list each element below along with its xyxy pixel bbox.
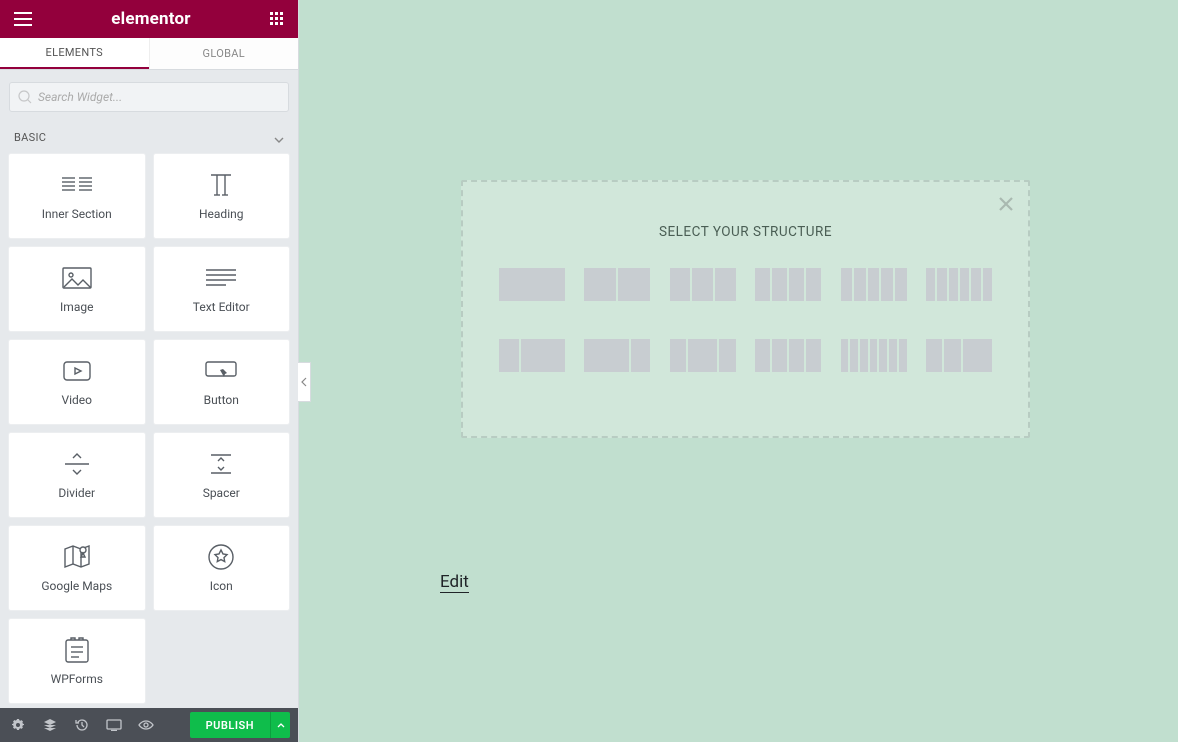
publish-options-button[interactable]	[270, 712, 290, 738]
star-circle-icon	[208, 543, 234, 571]
tab-global[interactable]: GLOBAL	[149, 38, 299, 69]
divider-icon	[63, 450, 91, 478]
settings-icon[interactable]	[2, 708, 34, 742]
button-icon	[205, 357, 237, 385]
text-lines-icon	[206, 264, 236, 292]
category-basic[interactable]: BASIC	[0, 122, 298, 152]
structure-5col[interactable]	[841, 268, 907, 301]
panel-header: elementor	[0, 0, 298, 38]
widget-label: Heading	[199, 207, 244, 221]
search-wrap	[0, 70, 298, 122]
widget-text-editor[interactable]: Text Editor	[154, 247, 290, 331]
widget-label: Video	[61, 393, 92, 407]
widget-google-maps[interactable]: Google Maps	[9, 526, 145, 610]
widget-label: Button	[204, 393, 239, 407]
widget-video[interactable]: Video	[9, 340, 145, 424]
form-icon	[65, 636, 89, 664]
structure-title: SELECT YOUR STRUCTURE	[463, 224, 1028, 240]
structure-selector: SELECT YOUR STRUCTURE	[461, 180, 1030, 438]
widget-label: WPForms	[51, 672, 103, 686]
widget-icon[interactable]: Icon	[154, 526, 290, 610]
close-icon[interactable]	[998, 196, 1014, 216]
structure-7col[interactable]	[841, 339, 907, 372]
edit-link[interactable]: Edit	[440, 572, 469, 593]
structure-1col[interactable]	[499, 268, 565, 301]
publish-group: PUBLISH	[190, 712, 290, 738]
structure-4col[interactable]	[755, 268, 821, 301]
history-icon[interactable]	[66, 708, 98, 742]
collapse-panel-button[interactable]	[298, 362, 311, 402]
navigator-icon[interactable]	[34, 708, 66, 742]
structure-66-33[interactable]	[584, 339, 650, 372]
structure-6col[interactable]	[926, 268, 992, 301]
publish-button[interactable]: PUBLISH	[190, 712, 270, 738]
widget-image[interactable]: Image	[9, 247, 145, 331]
widget-label: Icon	[210, 579, 233, 593]
preview-icon[interactable]	[130, 708, 162, 742]
structure-25-50-25[interactable]	[670, 339, 736, 372]
widget-label: Image	[60, 300, 93, 314]
image-icon	[62, 264, 92, 292]
widget-label: Divider	[58, 486, 95, 500]
editor-canvas[interactable]: SELECT YOUR STRUCTURE	[299, 0, 1178, 742]
apps-grid-icon[interactable]	[270, 12, 284, 26]
structure-3col[interactable]	[670, 268, 736, 301]
responsive-icon[interactable]	[98, 708, 130, 742]
chevron-down-icon	[274, 128, 284, 147]
structure-33-66[interactable]	[499, 339, 565, 372]
widget-spacer[interactable]: Spacer	[154, 433, 290, 517]
widget-heading[interactable]: Heading	[154, 154, 290, 238]
structure-2col[interactable]	[584, 268, 650, 301]
tab-elements[interactable]: ELEMENTS	[0, 38, 149, 69]
search-input[interactable]	[38, 90, 280, 104]
widget-grid: Inner Section Heading Image	[0, 152, 298, 708]
widget-label: Google Maps	[41, 579, 112, 593]
heading-icon	[208, 171, 234, 199]
panel-tabs: ELEMENTS GLOBAL	[0, 38, 298, 70]
widget-wpforms[interactable]: WPForms	[9, 619, 145, 703]
widget-inner-section[interactable]: Inner Section	[9, 154, 145, 238]
widget-label: Inner Section	[42, 207, 112, 221]
structure-25-25-50[interactable]	[926, 339, 992, 372]
brand-logo: elementor	[111, 9, 190, 29]
structure-4col-alt[interactable]	[755, 339, 821, 372]
map-icon	[64, 543, 90, 571]
widget-label: Spacer	[203, 486, 240, 500]
spacer-icon	[207, 450, 235, 478]
video-icon	[63, 357, 91, 385]
panel-footer: PUBLISH	[0, 708, 298, 742]
columns-icon	[62, 171, 92, 199]
menu-icon[interactable]	[14, 12, 32, 26]
widget-label: Text Editor	[193, 300, 250, 314]
search-box[interactable]	[9, 82, 289, 112]
widget-divider[interactable]: Divider	[9, 433, 145, 517]
editor-panel: elementor ELEMENTS GLOBAL BASIC	[0, 0, 299, 742]
search-icon	[18, 90, 32, 104]
widget-button[interactable]: Button	[154, 340, 290, 424]
category-basic-label: BASIC	[14, 131, 46, 144]
